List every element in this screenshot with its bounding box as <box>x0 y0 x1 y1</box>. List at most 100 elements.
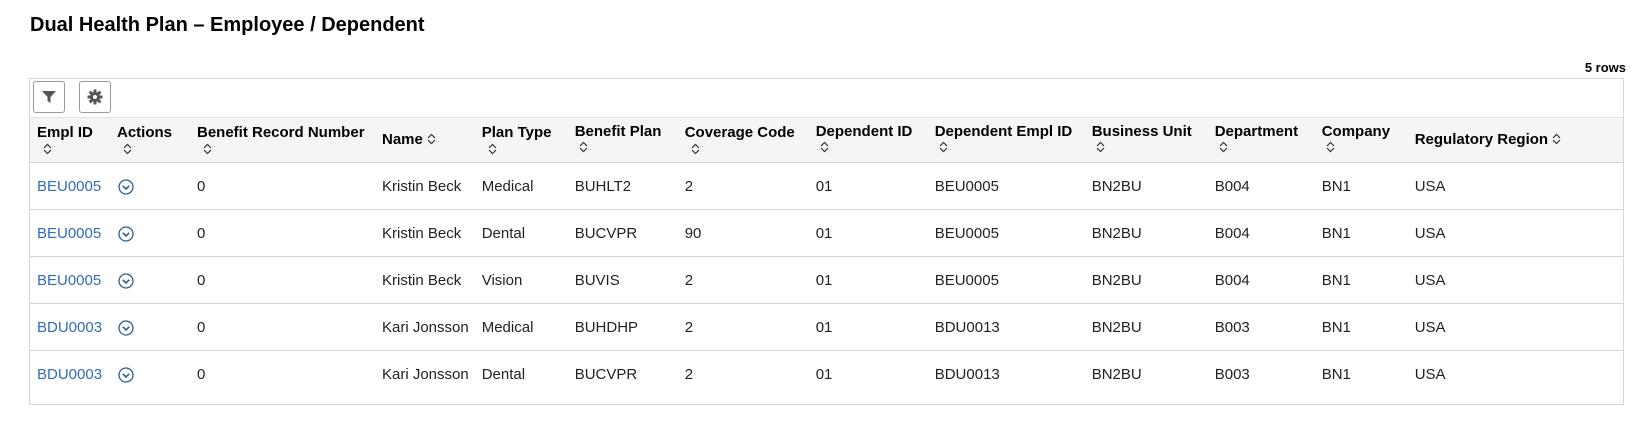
table-cell: 2 <box>677 256 809 304</box>
empl-id-link[interactable]: BDU0003 <box>37 366 102 383</box>
empl-id-link[interactable]: BEU0005 <box>37 178 101 195</box>
page-title: Dual Health Plan – Employee / Dependent <box>30 14 425 36</box>
table-cell: B004 <box>1207 162 1315 210</box>
cell-department: B003 <box>1214 365 1250 383</box>
column-header-label: Name <box>382 131 423 148</box>
cell-benefit-record: 0 <box>197 318 206 336</box>
table-row: BEU0005 0 Kristin Beck Medical BUHLT2 2 01 BEU0… <box>30 162 1623 210</box>
column-header-label: Coverage Code <box>684 124 795 141</box>
table-cell <box>110 351 190 398</box>
table-cell: USA <box>1407 209 1623 257</box>
table-cell: 2 <box>678 351 809 398</box>
sort-icon[interactable] <box>691 143 700 155</box>
column-header[interactable]: Regulatory Region <box>1407 117 1623 163</box>
table-cell: 01 <box>809 351 928 398</box>
table-cell: BDU0013 <box>927 303 1085 351</box>
cell-name: Kristin Beck <box>382 271 462 289</box>
actions-menu-icon[interactable] <box>118 319 134 336</box>
column-header-label: Benefit Plan <box>574 123 662 140</box>
filter-icon <box>42 91 56 103</box>
empl-id-link[interactable]: BDU0003 <box>37 319 102 336</box>
column-header[interactable]: Empl ID <box>30 117 110 163</box>
table-cell: BUCVPR <box>567 209 678 257</box>
table-cell: 2 <box>677 162 809 210</box>
settings-button[interactable] <box>79 81 111 113</box>
cell-department: B003 <box>1214 318 1250 336</box>
table-cell: BN1 <box>1315 351 1408 398</box>
column-header[interactable]: Benefit Record Number <box>190 117 375 163</box>
cell-business-unit: BN2BU <box>1091 318 1142 336</box>
cell-plan-type: Vision <box>481 271 523 289</box>
row-count: 5 rows <box>1584 60 1626 75</box>
table-cell: 01 <box>808 256 928 304</box>
column-header[interactable]: Dependent Empl ID <box>927 117 1085 163</box>
sort-icon[interactable] <box>1326 141 1335 153</box>
sort-icon[interactable] <box>939 141 948 153</box>
table-cell: Kari Jonsson <box>375 351 475 398</box>
sort-icon[interactable] <box>123 143 132 155</box>
column-header[interactable]: Actions <box>110 117 190 163</box>
table-cell: BEU0005 <box>927 162 1085 210</box>
table-cell: Kari Jonsson <box>375 303 475 351</box>
table-cell: Dental <box>475 351 568 398</box>
column-header[interactable]: Name <box>375 117 475 163</box>
table-cell <box>110 209 190 257</box>
cell-dependent-id: 01 <box>815 271 833 289</box>
column-header[interactable]: Dependent ID <box>808 117 928 163</box>
cell-coverage-code: 2 <box>684 177 694 195</box>
results-table: Empl ID Actions Benefit Record Number Name P… <box>30 117 1623 398</box>
cell-business-unit: BN2BU <box>1091 177 1142 195</box>
table-cell <box>110 303 190 351</box>
sort-icon[interactable] <box>1096 141 1105 153</box>
table-cell: Kristin Beck <box>375 162 475 210</box>
table-cell: BDU0013 <box>928 351 1085 398</box>
filter-button[interactable] <box>33 81 65 113</box>
cell-company: BN1 <box>1321 224 1351 242</box>
table-cell: Dental <box>474 209 568 257</box>
sort-icon[interactable] <box>1552 133 1561 145</box>
table-cell: 0 <box>190 209 375 257</box>
cell-plan-type: Dental <box>481 224 526 242</box>
table-cell: BUHDHP <box>567 303 678 351</box>
cell-regulatory-region: USA <box>1414 365 1446 383</box>
table-cell: BEU0005 <box>30 256 110 304</box>
column-header[interactable]: Plan Type <box>474 117 568 163</box>
actions-menu-icon[interactable] <box>118 225 134 242</box>
sort-icon[interactable] <box>1219 141 1228 153</box>
sort-icon[interactable] <box>488 143 497 155</box>
actions-menu-icon[interactable] <box>118 367 134 383</box>
column-header[interactable]: Benefit Plan <box>567 117 678 163</box>
empl-id-link[interactable]: BEU0005 <box>37 225 101 242</box>
results-grid: Empl ID Actions Benefit Record Number Name P… <box>29 78 1624 405</box>
sort-icon[interactable] <box>427 133 436 145</box>
cell-regulatory-region: USA <box>1414 224 1446 242</box>
table-cell: BN1 <box>1314 303 1408 351</box>
actions-menu-icon[interactable] <box>118 178 134 195</box>
table-cell: BDU0003 <box>30 303 110 351</box>
sort-icon[interactable] <box>579 141 588 153</box>
table-cell: BEU0005 <box>30 162 110 210</box>
sort-icon[interactable] <box>820 141 829 153</box>
column-header[interactable]: Company <box>1314 117 1408 163</box>
column-header[interactable]: Business Unit <box>1084 117 1208 163</box>
cell-department: B004 <box>1214 271 1250 289</box>
empl-id-link[interactable]: BEU0005 <box>37 272 101 289</box>
cell-benefit-record: 0 <box>197 271 206 289</box>
table-cell: BUHLT2 <box>567 162 678 210</box>
cell-company: BN1 <box>1321 318 1351 336</box>
column-header-label: Dependent ID <box>815 123 913 140</box>
column-header[interactable]: Department <box>1207 117 1315 163</box>
actions-menu-icon[interactable] <box>118 272 134 289</box>
column-header-label: Dependent Empl ID <box>934 123 1073 140</box>
table-cell: Kristin Beck <box>375 209 475 257</box>
column-header[interactable]: Coverage Code <box>677 117 809 163</box>
sort-icon[interactable] <box>203 143 212 155</box>
cell-benefit-plan: BUCVPR <box>574 224 638 242</box>
cell-department: B004 <box>1214 224 1250 242</box>
table-cell: USA <box>1407 162 1623 210</box>
cell-benefit-record: 0 <box>197 365 206 383</box>
sort-icon[interactable] <box>43 143 52 155</box>
column-header-label: Actions <box>117 124 173 141</box>
cell-coverage-code: 2 <box>684 271 694 289</box>
table-cell: Medical <box>474 303 568 351</box>
